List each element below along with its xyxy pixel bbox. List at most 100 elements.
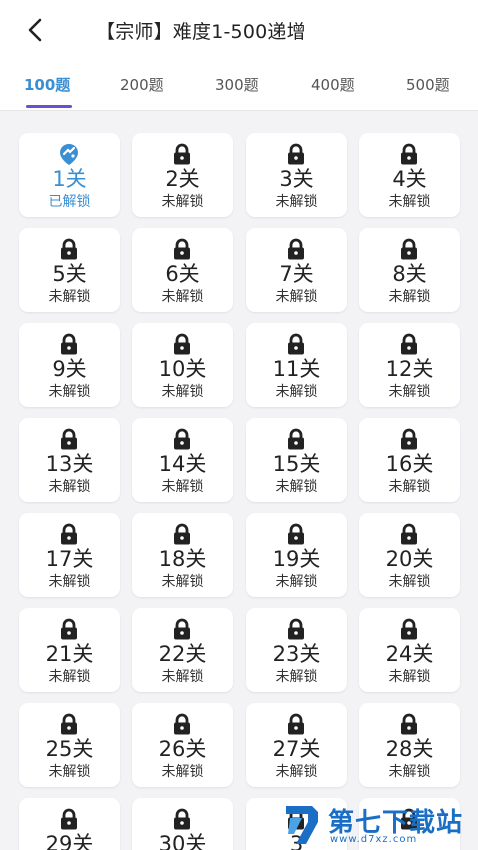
level-label: 16关 xyxy=(385,452,434,476)
level-cell[interactable]: 17关未解锁 xyxy=(19,513,120,597)
level-status: 未解锁 xyxy=(388,289,431,305)
level-cell[interactable]: 25关 未解锁 xyxy=(19,703,120,787)
level-status: 未解锁 xyxy=(48,669,91,685)
level-label: 28关 xyxy=(385,737,434,761)
level-status: 未解锁 xyxy=(161,479,204,495)
lock-icon xyxy=(284,142,308,166)
lock-icon xyxy=(284,332,308,356)
level-cell[interactable]: 24关未解锁 xyxy=(359,608,460,692)
level-status: 未解锁 xyxy=(388,669,431,685)
level-label: 26关 xyxy=(158,737,207,761)
level-label: 21关 xyxy=(45,642,94,666)
d7-logo-icon xyxy=(286,806,318,844)
level-label: 27关 xyxy=(272,737,321,761)
level-status: 未解锁 xyxy=(388,479,431,495)
level-label: 24关 xyxy=(385,642,434,666)
level-label: 22关 xyxy=(158,642,207,666)
lock-icon xyxy=(170,712,194,736)
level-status: 未解锁 xyxy=(275,764,318,780)
level-status: 未解锁 xyxy=(275,289,318,305)
lock-icon xyxy=(57,237,81,261)
level-grid: 1关 已解锁 2关 未解锁 3关 未解锁 4关 未解锁 5关 未解锁 6关 未解锁 7关 未解锁 8关 未解锁… xyxy=(0,111,478,850)
level-status: 未解锁 xyxy=(161,289,204,305)
back-arrow-icon[interactable] xyxy=(22,16,50,44)
level-cell[interactable]: 3关 未解锁 xyxy=(246,133,347,217)
level-cell[interactable]: 9关 未解锁 xyxy=(19,323,120,407)
level-label: 20关 xyxy=(385,547,434,571)
watermark-url: www.d7xz.com xyxy=(330,834,418,845)
active-tab-indicator xyxy=(26,105,72,108)
level-cell[interactable]: 30关 xyxy=(132,798,233,850)
tab-bar: 100题 200题 300题 400题 500题 xyxy=(0,58,478,111)
level-cell[interactable]: 20关 未解锁 xyxy=(359,513,460,597)
level-cell[interactable]: 14关 未解锁 xyxy=(132,418,233,502)
tab-400[interactable]: 400题 xyxy=(311,74,355,95)
lock-icon xyxy=(284,617,308,641)
lock-icon xyxy=(284,522,308,546)
level-cell[interactable]: 16关未解锁 xyxy=(359,418,460,502)
level-cell[interactable]: 23关 未解锁 xyxy=(246,608,347,692)
level-cell[interactable]: 6关未解锁 xyxy=(132,228,233,312)
level-label: 19关 xyxy=(272,547,321,571)
level-status: 未解锁 xyxy=(48,764,91,780)
level-label: 30关 xyxy=(158,832,207,850)
tab-200[interactable]: 200题 xyxy=(120,74,164,95)
level-cell[interactable]: 18关 未解锁 xyxy=(132,513,233,597)
level-cell[interactable]: 8关 未解锁 xyxy=(359,228,460,312)
lock-icon xyxy=(397,712,421,736)
level-label: 17关 xyxy=(45,547,94,571)
lock-icon xyxy=(57,332,81,356)
level-cell[interactable]: 15关 未解锁 xyxy=(246,418,347,502)
level-cell[interactable]: 13关 未解锁 xyxy=(19,418,120,502)
level-cell[interactable]: 28关未解锁 xyxy=(359,703,460,787)
lock-icon xyxy=(397,522,421,546)
level-status: 未解锁 xyxy=(48,574,91,590)
lock-icon xyxy=(57,712,81,736)
level-label: 29关 xyxy=(45,832,94,850)
level-cell[interactable]: 26关 未解锁 xyxy=(132,703,233,787)
level-cell[interactable]: 1关 已解锁 xyxy=(19,133,120,217)
level-cell[interactable]: 11关 未解锁 xyxy=(246,323,347,407)
level-label: 13关 xyxy=(45,452,94,476)
lock-icon xyxy=(57,617,81,641)
tab-300[interactable]: 300题 xyxy=(215,74,259,95)
tab-500[interactable]: 500题 xyxy=(406,74,450,95)
level-status: 未解锁 xyxy=(48,384,91,400)
level-cell[interactable]: 19关 未解锁 xyxy=(246,513,347,597)
lock-icon xyxy=(397,427,421,451)
lock-icon xyxy=(397,237,421,261)
level-label: 5关 xyxy=(52,262,87,286)
level-label: 23关 xyxy=(272,642,321,666)
level-cell[interactable]: 4关 未解锁 xyxy=(359,133,460,217)
lock-icon xyxy=(170,617,194,641)
header-bar: 【宗师】难度1-500递增 xyxy=(0,0,478,58)
lock-icon xyxy=(170,142,194,166)
level-label: 11关 xyxy=(272,357,321,381)
lock-icon xyxy=(170,237,194,261)
lock-icon xyxy=(170,522,194,546)
level-label: 6关 xyxy=(165,262,200,286)
level-status: 未解锁 xyxy=(161,669,204,685)
lock-icon xyxy=(57,427,81,451)
level-cell[interactable]: 29关 xyxy=(19,798,120,850)
level-status: 未解锁 xyxy=(388,764,431,780)
lock-icon xyxy=(170,427,194,451)
level-status: 未解锁 xyxy=(161,574,204,590)
level-cell[interactable]: 22关未解锁 xyxy=(132,608,233,692)
level-cell[interactable]: 21关未解锁 xyxy=(19,608,120,692)
lock-icon xyxy=(397,332,421,356)
level-cell[interactable]: 12关 未解锁 xyxy=(359,323,460,407)
level-cell[interactable]: 10关 未解锁 xyxy=(132,323,233,407)
tab-100[interactable]: 100题 xyxy=(24,74,70,95)
level-cell[interactable]: 7关 未解锁 xyxy=(246,228,347,312)
lock-icon xyxy=(397,142,421,166)
level-cell[interactable]: 2关 未解锁 xyxy=(132,133,233,217)
lock-icon xyxy=(170,807,194,831)
level-cell[interactable]: 5关 未解锁 xyxy=(19,228,120,312)
level-status: 未解锁 xyxy=(275,194,318,210)
level-label: 1关 xyxy=(52,167,87,191)
unlocked-badge-icon xyxy=(57,142,81,166)
level-label: 2关 xyxy=(165,167,200,191)
lock-icon xyxy=(397,617,421,641)
level-cell[interactable]: 27关未解锁 xyxy=(246,703,347,787)
